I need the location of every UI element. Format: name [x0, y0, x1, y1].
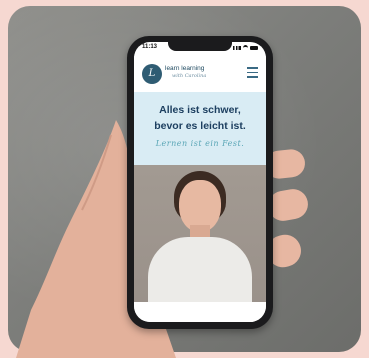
status-time: 11:13 — [142, 44, 158, 50]
hero-heading-line-1: Alles ist schwer, — [159, 104, 241, 116]
portrait-photo — [134, 165, 266, 307]
site-header: L learn learning with Carolina — [134, 56, 266, 92]
brand-tagline: with Carolina — [172, 73, 207, 79]
phone-screen: 11:13 L learn learning with Carolina All… — [134, 42, 266, 322]
system-icons — [233, 45, 258, 51]
hero-heading-line-2: bevor es leicht ist. — [154, 120, 246, 132]
phone-notch — [168, 42, 232, 51]
screen-bottom-bar — [134, 302, 266, 322]
battery-icon — [250, 46, 258, 50]
menu-line — [247, 71, 258, 73]
brand-logo[interactable]: L — [142, 64, 162, 84]
hero-script-tagline: Lernen ist ein Fest. — [155, 139, 245, 148]
signal-icon — [233, 46, 241, 50]
portrait-shirt — [148, 237, 252, 307]
brand-name[interactable]: learn learning — [165, 65, 204, 72]
wifi-icon — [243, 45, 248, 51]
menu-icon[interactable] — [247, 67, 258, 79]
hero-banner: Alles ist schwer, bevor es leicht ist. L… — [134, 92, 266, 165]
menu-line — [247, 67, 258, 69]
menu-line — [247, 76, 258, 78]
